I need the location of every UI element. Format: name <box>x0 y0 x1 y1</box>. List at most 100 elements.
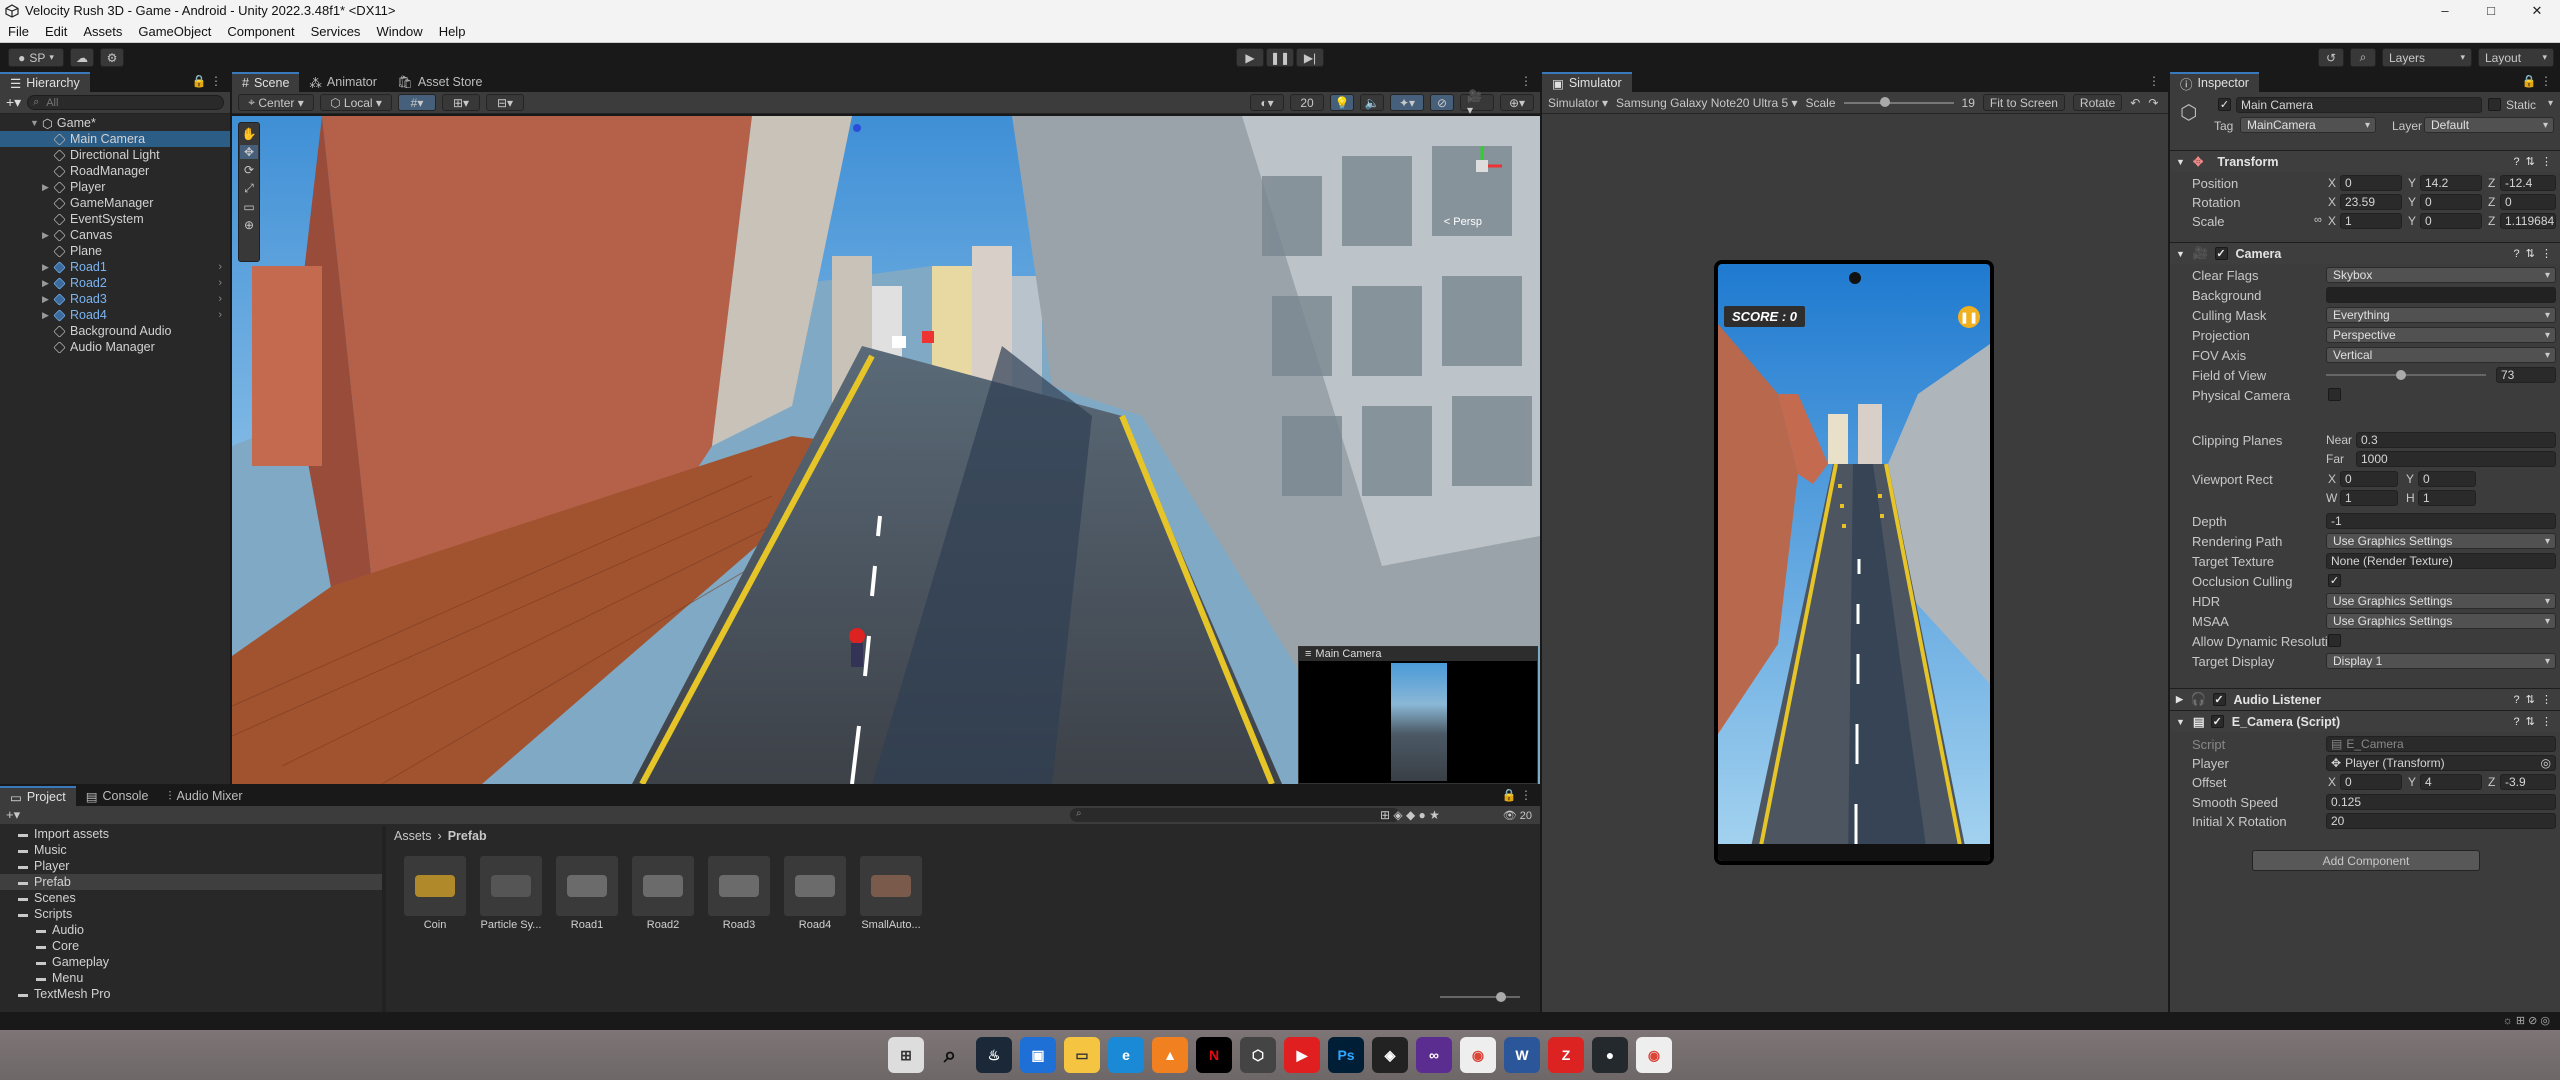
menu-edit[interactable]: Edit <box>37 24 75 39</box>
script-header[interactable]: ▼ ▤ ✓ E_Camera (Script) ? ⇅ ⋮ <box>2170 710 2560 732</box>
active-checkbox[interactable]: ✓ <box>2218 98 2231 111</box>
grid-size-field[interactable]: 20 <box>1290 94 1324 111</box>
persp-label[interactable]: < Persp <box>1444 216 1482 228</box>
dropdown-field[interactable]: Perspective <box>2326 327 2556 343</box>
mode-dropdown[interactable]: Simulator ▾ <box>1548 96 1608 110</box>
collab-icon[interactable]: ⚙ <box>100 48 124 67</box>
component-menu-icons[interactable]: ? ⇅ ⋮ <box>2513 155 2552 168</box>
value-field[interactable]: -1 <box>2326 513 2556 529</box>
slider-field[interactable]: 73 <box>2326 367 2556 383</box>
edge-icon[interactable]: e <box>1108 1037 1144 1073</box>
hierarchy-item[interactable]: ▶ Canvas <box>0 227 230 243</box>
slider-track[interactable] <box>2326 374 2486 376</box>
hidden-toggle[interactable]: ⊘ <box>1430 94 1454 111</box>
hierarchy-item[interactable]: EventSystem <box>0 211 230 227</box>
folder-item[interactable]: ▬ Import assets <box>0 826 382 842</box>
panel-menu-icon[interactable]: ⋮ <box>2148 74 2160 88</box>
chevron-right-icon[interactable]: › <box>218 293 222 305</box>
menu-assets[interactable]: Assets <box>75 24 130 39</box>
hierarchy-item[interactable]: ▶ Player <box>0 179 230 195</box>
smooth-speed-field[interactable]: 0.125 <box>2326 794 2556 810</box>
rotation-x-field[interactable]: 23.59 <box>2340 194 2402 210</box>
asset-item[interactable]: Road3 <box>704 856 774 936</box>
dropdown-field[interactable]: Everything <box>2326 307 2556 323</box>
camera-header[interactable]: ▼ 🎥 ✓ Camera ? ⇅ ⋮ <box>2170 242 2560 264</box>
expand-arrow-icon[interactable]: ▶ <box>42 182 54 193</box>
camera-enabled-checkbox[interactable]: ✓ <box>2214 247 2228 260</box>
close-button[interactable]: ✕ <box>2514 0 2560 21</box>
expand-arrow-icon[interactable]: ▶ <box>42 278 54 289</box>
dropdown-field[interactable]: Vertical <box>2326 347 2556 363</box>
rotation-z-field[interactable]: 0 <box>2500 194 2556 210</box>
hierarchy-item[interactable]: RoadManager <box>0 163 230 179</box>
cloud-icon[interactable]: ☁ <box>70 48 94 67</box>
pivot-dropdown[interactable]: ⌖ Center ▾ <box>238 94 314 111</box>
scale-tool-icon[interactable]: ⤢ <box>244 181 254 196</box>
script-enabled-checkbox[interactable]: ✓ <box>2210 715 2224 728</box>
panel-menu-icon[interactable]: 🔒 ⋮ <box>1502 788 1532 802</box>
asset-item[interactable]: Coin <box>400 856 470 936</box>
link-icon[interactable]: ∞ <box>2314 214 2322 226</box>
expand-arrow-icon[interactable]: ▶ <box>42 310 54 321</box>
filezilla-icon[interactable]: Z <box>1548 1037 1584 1073</box>
account-button[interactable]: ● SP ▾ <box>8 48 64 67</box>
asset-item[interactable]: Particle Sy... <box>476 856 546 936</box>
hierarchy-item[interactable]: ▶ Road2 › <box>0 275 230 291</box>
view-tool-icon[interactable]: ✋ <box>242 127 257 141</box>
search-icon[interactable]: ⌕ <box>932 1037 968 1073</box>
minimize-button[interactable]: – <box>2422 0 2468 21</box>
checkbox[interactable] <box>2328 634 2341 647</box>
tab-scene[interactable]: # Scene <box>232 72 300 92</box>
dropdown-field[interactable]: Skybox <box>2326 267 2556 283</box>
store-icon[interactable]: ▣ <box>1020 1037 1056 1073</box>
photoshop-icon[interactable]: Ps <box>1328 1037 1364 1073</box>
pause-game-button[interactable]: ❚❚ <box>1958 306 1980 328</box>
steam-icon[interactable]: ♨ <box>976 1037 1012 1073</box>
undo-history-button[interactable]: ↺ <box>2318 48 2344 67</box>
audio-toggle[interactable]: 🔈 <box>1360 94 1384 111</box>
folder-item[interactable]: ▬ Prefab <box>0 874 382 890</box>
lighting-toggle[interactable]: 💡 <box>1330 94 1354 111</box>
hierarchy-item[interactable]: Audio Manager <box>0 339 230 355</box>
object-picker-icon[interactable]: ◎ <box>2541 756 2551 770</box>
layers-dropdown[interactable]: Layers ▾ <box>2382 48 2472 67</box>
scale-slider[interactable] <box>1843 96 1954 107</box>
project-search-input[interactable]: ⌕ <box>1070 808 1400 822</box>
audio-listener-header[interactable]: ▶ 🎧 ✓ Audio Listener ? ⇅ ⋮ <box>2170 688 2560 710</box>
offset-x-field[interactable]: 0 <box>2340 774 2402 790</box>
tab-audio-mixer[interactable]: ⫶ Audio Mixer <box>158 786 252 806</box>
folder-item[interactable]: ▬ Audio <box>0 922 382 938</box>
folder-item[interactable]: ▬ Scenes <box>0 890 382 906</box>
tag-dropdown[interactable]: MainCamera <box>2240 117 2376 133</box>
maximize-button[interactable]: □ <box>2468 0 2514 21</box>
menu-gameobject[interactable]: GameObject <box>130 24 219 39</box>
status-icons[interactable]: ☼ ⊞ ⊘ ◎ <box>2503 1014 2550 1027</box>
chrome-dev-icon[interactable]: ◉ <box>1636 1037 1672 1073</box>
layer-dropdown[interactable]: Default <box>2424 117 2554 133</box>
dropdown-field[interactable]: Display 1 <box>2326 653 2556 669</box>
menu-services[interactable]: Services <box>303 24 369 39</box>
folder-item[interactable]: ▬ Player <box>0 858 382 874</box>
folder-item[interactable]: ▬ TextMesh Pro <box>0 986 382 1002</box>
offset-y-field[interactable]: 4 <box>2420 774 2482 790</box>
scene-root[interactable]: ▼ ⬡ Game* <box>0 115 230 131</box>
component-menu-icons[interactable]: ? ⇅ ⋮ <box>2513 715 2552 728</box>
hierarchy-item[interactable]: ▶ Road3 › <box>0 291 230 307</box>
layout-dropdown[interactable]: Layout ▾ <box>2478 48 2554 67</box>
viewport-y-field[interactable]: 0 <box>2418 471 2476 487</box>
hierarchy-item[interactable]: GameManager <box>0 195 230 211</box>
expand-arrow-icon[interactable]: ▶ <box>42 262 54 273</box>
folder-item[interactable]: ▬ Core <box>0 938 382 954</box>
slider-thumb[interactable] <box>1496 992 1506 1002</box>
player-field[interactable]: ✥ Player (Transform) ◎ <box>2326 755 2556 771</box>
folder-item[interactable]: ▬ Menu <box>0 970 382 986</box>
scene-viewport[interactable]: < Persp ✋ ✥ ⟳ ⤢ ▭ ⊕ ≡ Main Camera <box>232 116 1540 784</box>
far-field[interactable]: 1000 <box>2356 451 2556 467</box>
expand-arrow-icon[interactable]: ▶ <box>42 294 54 305</box>
position-x-field[interactable]: 0 <box>2340 175 2402 191</box>
viewport-w-field[interactable]: 1 <box>2340 490 2398 506</box>
expand-arrow-icon[interactable]: ▶ <box>42 230 54 241</box>
add-component-button[interactable]: Add Component <box>2252 850 2480 871</box>
gizmos-button[interactable]: ⊕▾ <box>1500 94 1534 111</box>
scale-y-field[interactable]: 0 <box>2420 213 2482 229</box>
